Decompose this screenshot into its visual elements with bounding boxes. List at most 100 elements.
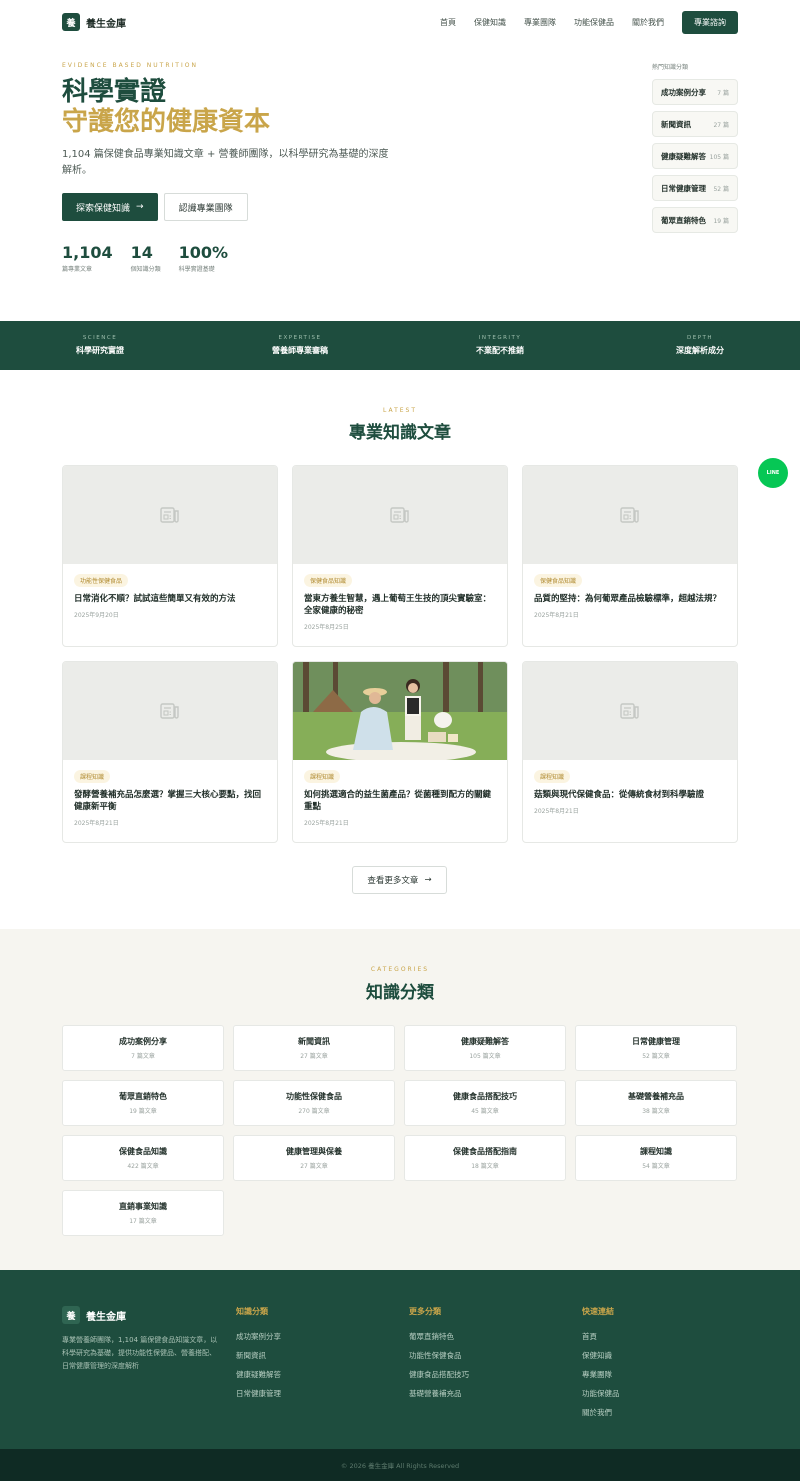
meet-team-button[interactable]: 認識專業團隊	[163, 193, 248, 221]
category-card[interactable]: 保健食品搭配指南 18 篇文章	[404, 1135, 566, 1181]
line-chat-button[interactable]: LINE	[758, 458, 788, 488]
article-thumbnail-placeholder	[63, 466, 277, 564]
hot-category-item[interactable]: 成功案例分享 7 篇	[652, 79, 738, 105]
hot-category-count: 19 篇	[713, 217, 729, 225]
article-card[interactable]: 課程知識 菇類與現代保健食品：從傳統食材到科學驗證 2025年8月21日	[522, 661, 738, 843]
hot-categories-title: 熱門知識分類	[652, 64, 689, 71]
stat-value: 1,104	[62, 243, 113, 262]
explore-knowledge-label: 探索保健知識	[76, 203, 131, 214]
article-card[interactable]: 功能性保健食品 日常消化不順？試試這些簡單又有效的方法 2025年9月20日	[62, 465, 278, 647]
category-name: 健康管理與保養	[286, 1147, 342, 1156]
copyright: © 2026 養生金庫 All Rights Reserved	[0, 1449, 800, 1481]
stat-articles: 1,104 篇專業文章	[62, 243, 113, 273]
article-tag[interactable]: 保健食品知識	[534, 574, 583, 587]
footer-column-title: 更多分類	[409, 1307, 441, 1316]
footer-column-title: 快速連結	[582, 1307, 614, 1316]
articles-title: 專業知識文章	[349, 423, 451, 443]
value-en: INTEGRITY	[478, 335, 522, 341]
article-grid: 功能性保健食品 日常消化不順？試試這些簡單又有效的方法 2025年9月20日 保…	[62, 465, 738, 843]
footer-link[interactable]: 健康疑難解答	[236, 1365, 376, 1384]
footer-link[interactable]: 葡眾直銷特色	[409, 1327, 549, 1346]
category-card[interactable]: 基礎營養補充品 38 篇文章	[575, 1080, 737, 1126]
category-card[interactable]: 課程知識 54 篇文章	[575, 1135, 737, 1181]
category-name: 成功案例分享	[119, 1037, 167, 1046]
footer-link[interactable]: 保健知識	[582, 1346, 722, 1365]
category-card[interactable]: 直銷事業知識 17 篇文章	[62, 1190, 224, 1236]
footer-link[interactable]: 首頁	[582, 1327, 722, 1346]
article-thumbnail-placeholder	[63, 662, 277, 760]
footer-link[interactable]: 健康食品搭配技巧	[409, 1365, 549, 1384]
hot-category-item[interactable]: 健康疑難解答 105 篇	[652, 143, 738, 169]
footer-link[interactable]: 成功案例分享	[236, 1327, 376, 1346]
values-band: SCIENCE 科學研究實證 EXPERTISE 營養師專業審稿 INTEGRI…	[0, 321, 800, 370]
article-title[interactable]: 日常消化不順？試試這些簡單又有效的方法	[74, 593, 266, 605]
footer-column-quick-links: 快速連結 首頁 保健知識 專業團隊 功能保健品 關於我們	[582, 1306, 722, 1422]
category-card[interactable]: 保健食品知識 422 篇文章	[62, 1135, 224, 1181]
article-card[interactable]: 課程知識 發酵營養補充品怎麼選？掌握三大核心要點，找回健康新平衡 2025年8月…	[62, 661, 278, 843]
hot-category-name: 日常健康管理	[661, 183, 706, 193]
hot-category-item[interactable]: 葡眾直銷特色 19 篇	[652, 207, 738, 233]
footer-link[interactable]: 功能保健品	[582, 1384, 722, 1403]
explore-knowledge-button[interactable]: 探索保健知識 →	[62, 193, 158, 221]
stat-label: 科學實證基礎	[178, 266, 215, 273]
nav-link-knowledge[interactable]: 保健知識	[474, 17, 506, 28]
category-count: 270 篇文章	[298, 1108, 330, 1115]
article-title[interactable]: 當東方養生智慧，遇上葡萄王生技的頂尖實驗室：全家健康的秘密	[304, 593, 496, 617]
article-card[interactable]: 課程知識 如何挑選適合的益生菌產品？從菌種到配方的關鍵重點 2025年8月21日	[292, 661, 508, 843]
article-date: 2025年8月21日	[534, 612, 579, 619]
article-tag[interactable]: 課程知識	[74, 770, 111, 783]
article-card[interactable]: 保健食品知識 當東方養生智慧，遇上葡萄王生技的頂尖實驗室：全家健康的秘密 202…	[292, 465, 508, 647]
main-nav: 首頁 保健知識 專業團隊 功能保健品 關於我們 專業諮詢	[440, 10, 738, 34]
category-count: 17 篇文章	[129, 1218, 157, 1225]
category-card[interactable]: 健康食品搭配技巧 45 篇文章	[404, 1080, 566, 1126]
article-tag[interactable]: 功能性保健食品	[74, 574, 129, 587]
category-card[interactable]: 葡眾直銷特色 19 篇文章	[62, 1080, 224, 1126]
site-header: 養 養生金庫 首頁 保健知識 專業團隊 功能保健品 關於我們 專業諮詢	[0, 0, 800, 44]
footer-link[interactable]: 基礎營養補充品	[409, 1384, 549, 1403]
hot-category-count: 105 篇	[709, 153, 729, 161]
article-icon	[160, 507, 179, 523]
footer-logo[interactable]: 養 養生金庫	[62, 1306, 222, 1324]
article-title[interactable]: 發酵營養補充品怎麼選？掌握三大核心要點，找回健康新平衡	[74, 789, 266, 813]
nav-link-products[interactable]: 功能保健品	[574, 17, 614, 28]
category-name: 功能性保健食品	[286, 1092, 342, 1101]
category-card[interactable]: 健康疑難解答 105 篇文章	[404, 1025, 566, 1071]
footer-link[interactable]: 關於我們	[582, 1403, 722, 1422]
stat-value: 14	[130, 243, 153, 262]
category-card[interactable]: 功能性保健食品 270 篇文章	[233, 1080, 395, 1126]
stat-value: 100%	[178, 243, 229, 262]
category-name: 葡眾直銷特色	[119, 1092, 167, 1101]
category-card[interactable]: 日常健康管理 52 篇文章	[575, 1025, 737, 1071]
footer-description: 專業營養師團隊，1,104 篇保健食品知識文章，以科學研究為基礎，提供功能性保健…	[62, 1336, 218, 1370]
nav-link-team[interactable]: 專業團隊	[524, 17, 556, 28]
article-card[interactable]: 保健食品知識 品質的堅持：為何葡眾產品檢驗標準，超越法規？ 2025年8月21日	[522, 465, 738, 647]
article-title[interactable]: 如何挑選適合的益生菌產品？從菌種到配方的關鍵重點	[304, 789, 496, 813]
category-card[interactable]: 成功案例分享 7 篇文章	[62, 1025, 224, 1071]
category-card[interactable]: 新聞資訊 27 篇文章	[233, 1025, 395, 1071]
article-title[interactable]: 菇類與現代保健食品：從傳統食材到科學驗證	[534, 789, 726, 801]
footer-link[interactable]: 日常健康管理	[236, 1384, 376, 1403]
footer-link[interactable]: 新聞資訊	[236, 1346, 376, 1365]
article-tag[interactable]: 課程知識	[534, 770, 571, 783]
category-name: 新聞資訊	[298, 1037, 330, 1046]
hot-category-item[interactable]: 新聞資訊 27 篇	[652, 111, 738, 137]
view-more-articles-button[interactable]: 查看更多文章 →	[352, 866, 447, 894]
article-tag[interactable]: 課程知識	[304, 770, 341, 783]
category-card[interactable]: 健康管理與保養 27 篇文章	[233, 1135, 395, 1181]
article-photo	[293, 662, 507, 760]
article-title[interactable]: 品質的堅持：為何葡眾產品檢驗標準，超越法規？	[534, 593, 726, 605]
article-tag[interactable]: 保健食品知識	[304, 574, 353, 587]
category-count: 7 篇文章	[131, 1053, 155, 1060]
site-name: 養生金庫	[86, 18, 126, 30]
article-date: 2025年8月25日	[304, 624, 349, 631]
consult-button[interactable]: 專業諮詢	[682, 10, 738, 34]
article-date: 2025年9月20日	[74, 612, 119, 619]
value-zh: 深度解析成分	[676, 346, 724, 355]
hot-category-item[interactable]: 日常健康管理 52 篇	[652, 175, 738, 201]
footer-link[interactable]: 專業團隊	[582, 1365, 722, 1384]
nav-link-home[interactable]: 首頁	[440, 17, 456, 28]
value-item: SCIENCE 科學研究實證	[0, 321, 200, 370]
nav-link-about[interactable]: 關於我們	[632, 17, 664, 28]
logo[interactable]: 養 養生金庫	[62, 13, 126, 31]
footer-link[interactable]: 功能性保健食品	[409, 1346, 549, 1365]
